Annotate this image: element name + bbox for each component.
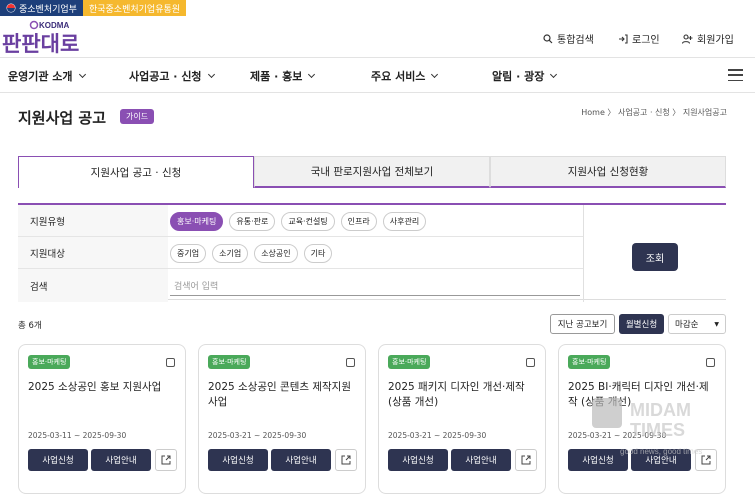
info-button[interactable]: 사업안내: [91, 449, 151, 471]
ministry-name: 중소벤처기업부: [19, 4, 77, 15]
nav-label: 주요 서비스: [371, 70, 426, 83]
unified-search-link[interactable]: 통합검색: [543, 31, 594, 46]
chevron-down-icon: [207, 70, 215, 79]
ministry-emblem-icon: [6, 3, 16, 13]
apply-button[interactable]: 사업신청: [28, 449, 88, 471]
search-input[interactable]: 검색어 입력: [170, 276, 580, 296]
external-link-icon[interactable]: [515, 449, 537, 471]
nav-label: 제품 · 홍보: [250, 70, 303, 83]
logo-graphic: KODMA 판판대로: [2, 20, 79, 56]
card-title[interactable]: 2025 패키지 디자인 개선·제작 (상품 개선): [388, 380, 538, 410]
category-tag: 홍보·마케팅: [388, 355, 431, 369]
logo-brand: KODMA: [39, 21, 69, 30]
category-tag: 홍보·마케팅: [568, 355, 611, 369]
chevron-down-icon: [431, 70, 439, 79]
login-icon: [619, 33, 628, 44]
apply-button[interactable]: 사업신청: [388, 449, 448, 471]
watermark-line1: MIDAM: [630, 400, 691, 420]
card-title[interactable]: 2025 소상공인 콘텐츠 제작지원사업: [208, 380, 358, 410]
nav-item-products[interactable]: 제품 · 홍보: [250, 68, 316, 84]
chevron-down-icon: [308, 70, 316, 79]
chip-other[interactable]: 기타: [303, 244, 333, 263]
breadcrumb: Home 〉 사업공고 · 신청 〉 지원사업공고: [581, 108, 727, 117]
chip-promo-marketing[interactable]: 홍보·마케팅: [170, 212, 224, 231]
card-date: 2025-03-21 ~ 2025-09-30: [208, 431, 307, 440]
nav-item-notice-apply[interactable]: 사업공고 · 신청: [129, 68, 215, 84]
nav-label: 운영기관 소개: [8, 70, 73, 83]
program-card[interactable]: 홍보·마케팅 2025 패키지 디자인 개선·제작 (상품 개선) 2025-0…: [378, 344, 546, 494]
nav-item-services[interactable]: 주요 서비스: [371, 68, 439, 84]
category-tag: 홍보·마케팅: [208, 355, 251, 369]
join-link[interactable]: 회원가입: [682, 31, 734, 46]
card-checkbox[interactable]: [706, 358, 715, 367]
nav-item-about[interactable]: 운영기관 소개: [8, 68, 86, 84]
chevron-down-icon: [78, 70, 86, 79]
sort-select[interactable]: 마감순 ▼: [668, 314, 726, 334]
search-icon: [543, 33, 553, 43]
info-button[interactable]: 사업안내: [271, 449, 331, 471]
ministry-badge[interactable]: 중소벤처기업부: [0, 0, 83, 16]
card-checkbox[interactable]: [346, 358, 355, 367]
info-button[interactable]: 사업안내: [451, 449, 511, 471]
chip-infra[interactable]: 인프라: [340, 212, 377, 231]
filter-row-target: 지원대상 중기업 소기업 소상공인 기타: [18, 237, 583, 269]
chip-small-biz[interactable]: 소기업: [212, 244, 249, 263]
filter-row-search: 검색 검색어 입력: [18, 269, 583, 302]
program-card[interactable]: 홍보·마케팅 2025 소상공인 콘텐츠 제작지원사업 2025-03-21 ~…: [198, 344, 366, 494]
chevron-down-icon: [550, 70, 558, 79]
external-link-icon[interactable]: [155, 449, 177, 471]
watermark-line2: TIMES: [630, 420, 685, 440]
monthly-apply-button[interactable]: 월별신청: [619, 314, 664, 334]
sort-value: 마감순: [675, 320, 699, 330]
unified-search-label: 통합검색: [557, 35, 594, 46]
tab-bar: 지원사업 공고 · 신청 국내 판로지원사업 전체보기 지원사업 신청현황: [18, 156, 726, 188]
card-date: 2025-03-11 ~ 2025-09-30: [28, 431, 127, 440]
login-label: 로그인: [632, 35, 660, 46]
external-link-icon[interactable]: [335, 449, 357, 471]
chip-aftercare[interactable]: 사후관리: [382, 212, 427, 231]
top-gov-bar: 중소벤처기업부 한국중소벤처기업유통원: [0, 0, 187, 16]
agency-badge[interactable]: 한국중소벤처기업유통원: [82, 0, 187, 16]
midam-times-watermark: MIDAM TIMES good news, good times: [592, 398, 702, 456]
login-link[interactable]: 로그인: [618, 31, 660, 46]
result-count: 총 6개: [18, 321, 42, 331]
join-label: 회원가입: [697, 35, 734, 46]
tab-apply-status[interactable]: 지원사업 신청현황: [490, 156, 726, 188]
guide-button[interactable]: 가이드: [120, 109, 155, 124]
nav-label: 사업공고 · 신청: [129, 70, 202, 83]
chip-distribution[interactable]: 유통·판로: [229, 212, 276, 231]
caret-down-icon: ▼: [714, 320, 719, 328]
apply-button[interactable]: 사업신청: [208, 449, 268, 471]
hamburger-menu-icon[interactable]: [728, 69, 743, 81]
user-plus-icon: [682, 33, 693, 44]
filter-row-type: 지원유형 홍보·마케팅 유통·판로 교육·컨설팅 인프라 사후관리: [18, 205, 583, 237]
filter-panel: 지원유형 홍보·마케팅 유통·판로 교육·컨설팅 인프라 사후관리 지원대상 중…: [18, 203, 726, 302]
nav-label: 알림 · 광장: [492, 70, 545, 83]
card-date: 2025-03-21 ~ 2025-09-30: [388, 431, 487, 440]
chip-medium-biz[interactable]: 중기업: [170, 244, 207, 263]
logo-name: 판판대로: [2, 32, 79, 54]
chip-micro-biz[interactable]: 소상공인: [254, 244, 298, 263]
main-nav: 운영기관 소개 사업공고 · 신청 제품 · 홍보 주요 서비스 알림 · 광장: [0, 57, 755, 93]
nav-item-news[interactable]: 알림 · 광장: [492, 68, 558, 84]
filter-label-target: 지원대상: [18, 237, 168, 268]
agency-name: 한국중소벤처기업유통원: [88, 4, 181, 15]
filter-label-type: 지원유형: [18, 205, 168, 236]
category-tag: 홍보·마케팅: [28, 355, 71, 369]
filter-divider: [583, 205, 584, 302]
watermark-slogan: good news, good times: [620, 447, 702, 456]
page-title: 지원사업 공고: [18, 109, 107, 127]
tab-domestic-all[interactable]: 국내 판로지원사업 전체보기: [254, 156, 490, 188]
program-card[interactable]: 홍보·마케팅 2025 소상공인 홍보 지원사업 2025-03-11 ~ 20…: [18, 344, 186, 494]
tab-notice-apply[interactable]: 지원사업 공고 · 신청: [18, 156, 254, 188]
site-logo[interactable]: KODMA 판판대로: [2, 20, 92, 56]
past-notice-button[interactable]: 지난 공고보기: [550, 314, 615, 334]
card-title[interactable]: 2025 소상공인 홍보 지원사업: [28, 380, 178, 395]
query-button[interactable]: 조회: [632, 243, 678, 271]
chip-education[interactable]: 교육·컨설팅: [281, 212, 335, 231]
card-checkbox[interactable]: [166, 358, 175, 367]
filter-label-search: 검색: [18, 269, 168, 302]
card-checkbox[interactable]: [526, 358, 535, 367]
